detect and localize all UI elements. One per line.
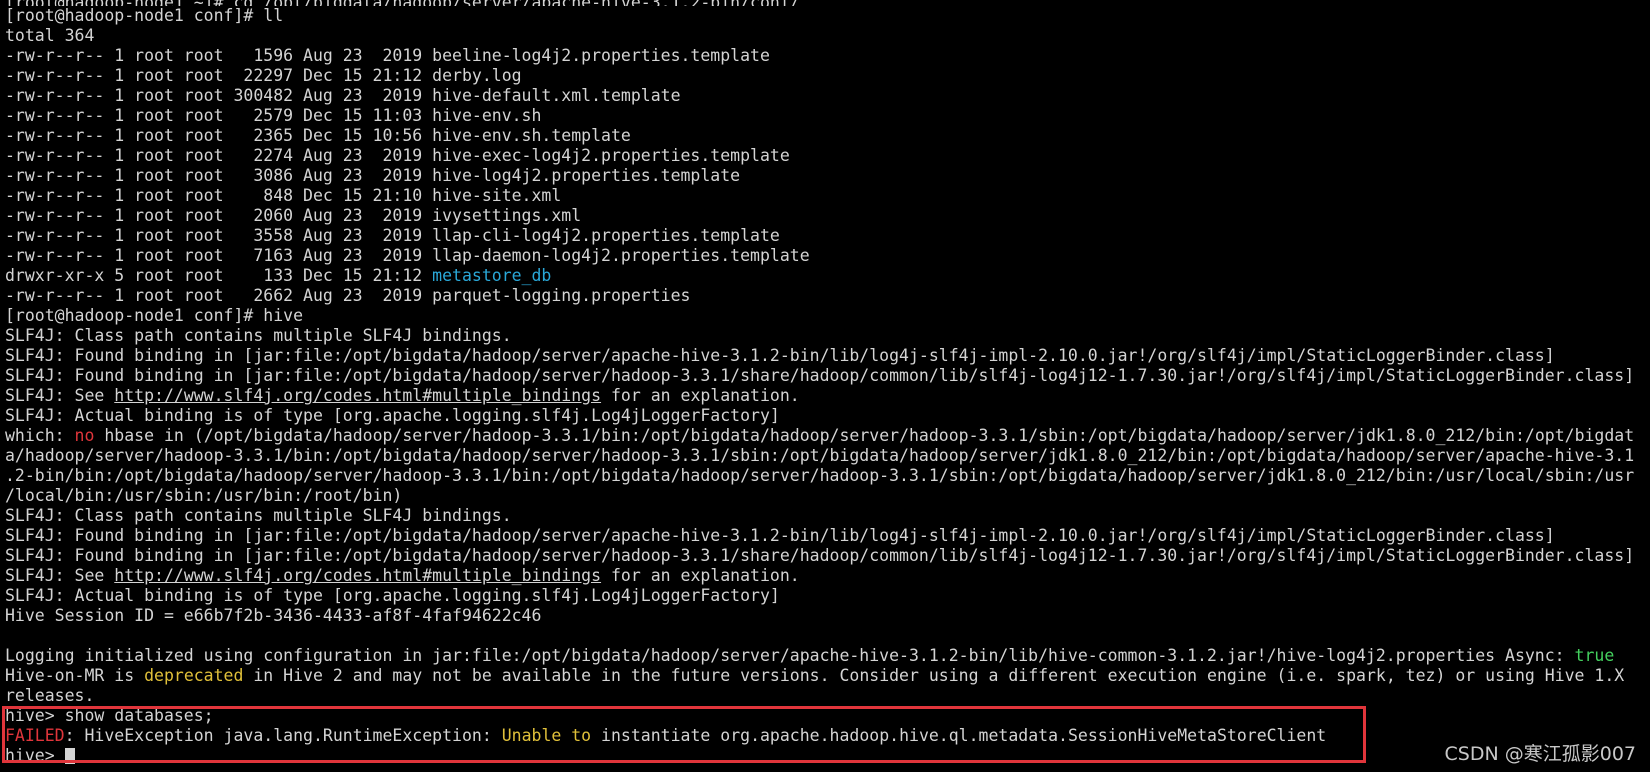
file-row: -rw-r--r-- 1 root root 2662 Aug 23 2019 … — [5, 286, 1650, 306]
slf4j-line: SLF4J: Actual binding is of type [org.ap… — [5, 406, 780, 425]
file-row: -rw-r--r-- 1 root root 2579 Dec 15 11:03… — [5, 106, 1650, 126]
hive-mr-suffix: in Hive 2 and may not be available in th… — [243, 666, 1625, 685]
slf4j-line: SLF4J: Found binding in [jar:file:/opt/b… — [5, 366, 1635, 385]
file-row: -rw-r--r-- 1 root root 848 Dec 15 21:10 … — [5, 186, 1650, 206]
file-meta: -rw-r--r-- 1 root root 848 Dec 15 21:10 — [5, 186, 433, 205]
which-line: a/hadoop/server/hadoop-3.3.1/bin:/opt/bi… — [5, 446, 1635, 465]
failed-text: : HiveException java.lang.RuntimeExcepti… — [64, 726, 502, 745]
file-name: hive-exec-log4j2.properties.template — [432, 146, 790, 165]
file-name: hive-env.sh.template — [432, 126, 631, 145]
failed-text-rest: instantiate org.apache.hadoop.hive.ql.me… — [591, 726, 1327, 745]
cursor-block — [64, 748, 75, 764]
slf4j-line: SLF4J: Class path contains multiple SLF4… — [5, 506, 512, 525]
file-meta: -rw-r--r-- 1 root root 300482 Aug 23 201… — [5, 86, 433, 105]
csdn-watermark: CSDN @寒江孤影007 — [1444, 743, 1636, 765]
file-name: ivysettings.xml — [432, 206, 582, 225]
which-no: no — [74, 426, 95, 445]
session-id-line: Hive Session ID = e66b7f2b-3436-4433-af8… — [5, 606, 542, 625]
failed-label: FAILED — [5, 726, 65, 745]
directory-name: metastore_db — [432, 266, 552, 285]
logging-init-line: Logging initialized using configuration … — [5, 646, 1650, 666]
which-rest: hbase in (/opt/bigdata/hadoop/server/had… — [94, 426, 1635, 445]
file-meta: -rw-r--r-- 1 root root 7163 Aug 23 2019 — [5, 246, 433, 265]
slf4j-see-line: SLF4J: See http://www.slf4j.org/codes.ht… — [5, 566, 1650, 586]
file-row: -rw-r--r-- 1 root root 22297 Dec 15 21:1… — [5, 66, 1650, 86]
file-listing: -rw-r--r-- 1 root root 1596 Aug 23 2019 … — [5, 46, 1650, 306]
file-row: drwxr-xr-x 5 root root 133 Dec 15 21:12 … — [5, 266, 1650, 286]
which-line: /local/bin:/usr/sbin:/usr/bin:/root/bin) — [5, 486, 403, 505]
failed-unable: Unable — [501, 726, 562, 745]
file-name: beeline-log4j2.properties.template — [432, 46, 770, 65]
file-name: llap-daemon-log4j2.properties.template — [432, 246, 810, 265]
file-row: -rw-r--r-- 1 root root 1596 Aug 23 2019 … — [5, 46, 1650, 66]
file-meta: -rw-r--r-- 1 root root 2060 Aug 23 2019 — [5, 206, 433, 225]
file-meta: -rw-r--r-- 1 root root 2579 Dec 15 11:03 — [5, 106, 433, 125]
slf4j-see-suffix: for an explanation. — [601, 566, 800, 585]
file-row: -rw-r--r-- 1 root root 2060 Aug 23 2019 … — [5, 206, 1650, 226]
failed-to: to — [571, 726, 592, 745]
prompt-hive-line: [root@hadoop-node1 conf]# hive — [5, 306, 304, 325]
hive-mr-prefix: Hive-on-MR is — [5, 666, 145, 685]
hive-mr-line: Hive-on-MR is deprecated in Hive 2 and m… — [5, 666, 1650, 686]
failed-space — [561, 726, 571, 745]
file-row: -rw-r--r-- 1 root root 7163 Aug 23 2019 … — [5, 246, 1650, 266]
file-name: parquet-logging.properties — [432, 286, 691, 305]
slf4j-see-suffix: for an explanation. — [601, 386, 800, 405]
file-row: -rw-r--r-- 1 root root 3558 Aug 23 2019 … — [5, 226, 1650, 246]
file-row: -rw-r--r-- 1 root root 2274 Aug 23 2019 … — [5, 146, 1650, 166]
file-name: hive-env.sh — [432, 106, 542, 125]
file-name: derby.log — [432, 66, 522, 85]
total-line: total 364 — [5, 26, 95, 45]
which-prefix: which: — [5, 426, 75, 445]
file-row: -rw-r--r-- 1 root root 2365 Dec 15 10:56… — [5, 126, 1650, 146]
prompt-ll-line: [root@hadoop-node1 conf]# ll — [5, 6, 284, 25]
command-line: hive> show databases; — [5, 706, 214, 725]
final-prompt-line[interactable]: hive> — [5, 746, 1650, 766]
slf4j-line: SLF4J: Class path contains multiple SLF4… — [5, 326, 512, 345]
file-meta: -rw-r--r-- 1 root root 2274 Aug 23 2019 — [5, 146, 433, 165]
logging-async-true: true — [1574, 646, 1615, 665]
slf4j-see-prefix: SLF4J: See — [5, 566, 115, 585]
slf4j-line: SLF4J: Found binding in [jar:file:/opt/b… — [5, 546, 1635, 565]
file-name: hive-site.xml — [432, 186, 562, 205]
file-name: llap-cli-log4j2.properties.template — [432, 226, 780, 245]
hive-prompt: hive> — [5, 746, 65, 765]
file-meta: -rw-r--r-- 1 root root 1596 Aug 23 2019 — [5, 46, 433, 65]
file-meta: -rw-r--r-- 1 root root 3558 Aug 23 2019 — [5, 226, 433, 245]
failed-line: FAILED: HiveException java.lang.RuntimeE… — [5, 726, 1650, 746]
slf4j-see-line: SLF4J: See http://www.slf4j.org/codes.ht… — [5, 386, 1650, 406]
terminal-window[interactable]: [root@hadoop-node1 ~]# cd /opt/bigdata/h… — [0, 0, 1650, 772]
file-meta: -rw-r--r-- 1 root root 2365 Dec 15 10:56 — [5, 126, 433, 145]
hive-mr-deprecated: deprecated — [144, 666, 244, 685]
hive-mr-line: releases. — [5, 686, 95, 705]
slf4j-line: SLF4J: Actual binding is of type [org.ap… — [5, 586, 780, 605]
file-meta: drwxr-xr-x 5 root root 133 Dec 15 21:12 — [5, 266, 433, 285]
which-line: which: no hbase in (/opt/bigdata/hadoop/… — [5, 426, 1650, 446]
file-meta: -rw-r--r-- 1 root root 2662 Aug 23 2019 — [5, 286, 433, 305]
which-line: .2-bin/bin:/opt/bigdata/hadoop/server/ha… — [5, 466, 1635, 485]
file-name: hive-log4j2.properties.template — [432, 166, 741, 185]
file-name: hive-default.xml.template — [432, 86, 681, 105]
slf4j-see-prefix: SLF4J: See — [5, 386, 115, 405]
file-row: -rw-r--r-- 1 root root 3086 Aug 23 2019 … — [5, 166, 1650, 186]
slf4j-line: SLF4J: Found binding in [jar:file:/opt/b… — [5, 346, 1555, 365]
file-meta: -rw-r--r-- 1 root root 22297 Dec 15 21:1… — [5, 66, 433, 85]
file-row: -rw-r--r-- 1 root root 300482 Aug 23 201… — [5, 86, 1650, 106]
logging-init-text: Logging initialized using configuration … — [5, 646, 1575, 665]
slf4j-line: SLF4J: Found binding in [jar:file:/opt/b… — [5, 526, 1555, 545]
file-meta: -rw-r--r-- 1 root root 3086 Aug 23 2019 — [5, 166, 433, 185]
slf4j-link[interactable]: http://www.slf4j.org/codes.html#multiple… — [114, 386, 601, 405]
slf4j-link[interactable]: http://www.slf4j.org/codes.html#multiple… — [114, 566, 601, 585]
